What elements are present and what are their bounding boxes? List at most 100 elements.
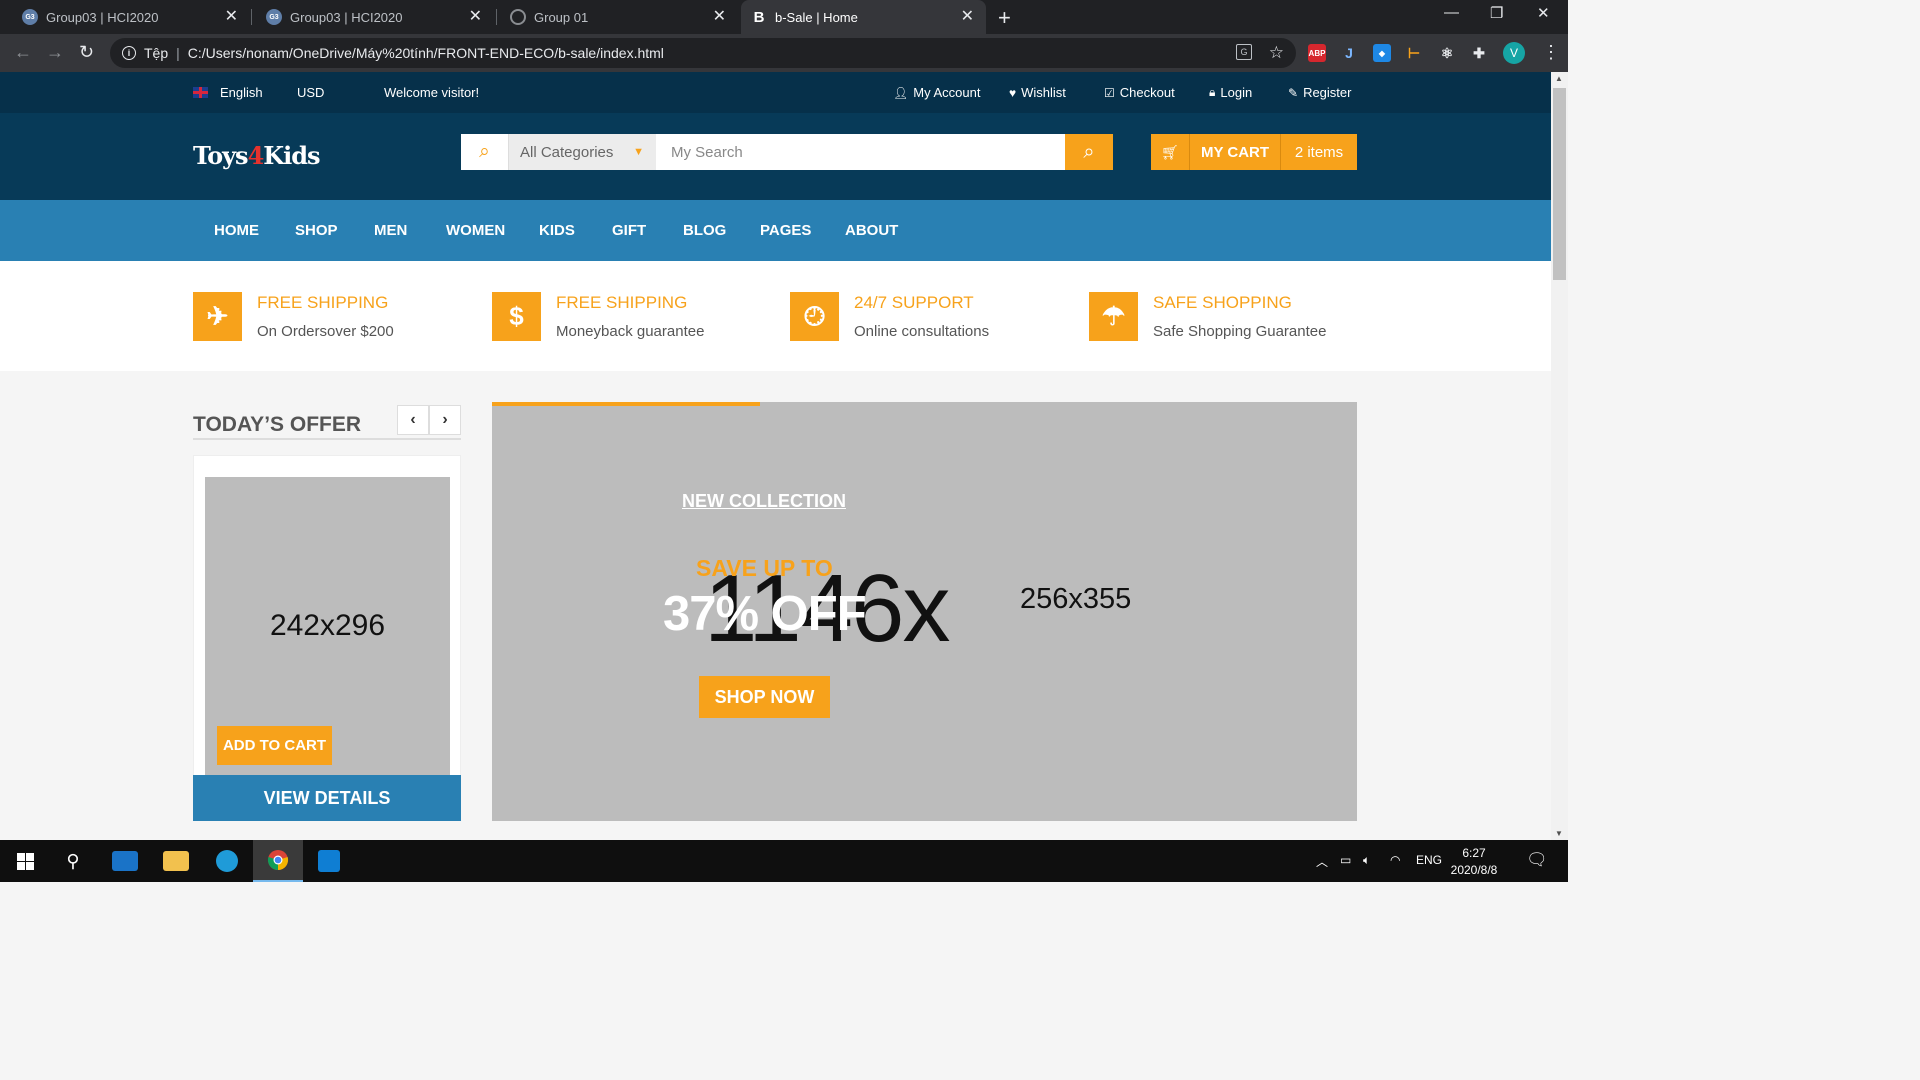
scrollbar-thumb[interactable] — [1553, 88, 1566, 280]
bookmark-star-icon[interactable]: ☆ — [1269, 43, 1284, 63]
new-tab-icon[interactable]: + — [998, 5, 1011, 31]
feature-title: FREE SHIPPING — [556, 293, 688, 312]
nav-about[interactable]: ABOUT — [845, 222, 898, 239]
info-icon[interactable]: i — [122, 46, 136, 60]
browser-tab[interactable]: Group 01 ✕ — [488, 0, 738, 34]
add-to-cart-button[interactable]: ADD TO CART — [217, 726, 332, 765]
show-hidden-icons-icon[interactable]: ︿ — [1316, 853, 1328, 870]
register-label: Register — [1303, 85, 1352, 100]
scroll-down-icon[interactable]: ▼ — [1555, 829, 1563, 838]
close-window-icon[interactable]: ✕ — [1537, 4, 1550, 22]
shop-now-button[interactable]: SHOP NOW — [699, 676, 830, 718]
back-icon[interactable]: ← — [14, 42, 32, 63]
lock-icon: 🔒︎ — [1209, 85, 1216, 99]
url-separator: | — [176, 45, 180, 61]
tool-extension-icon[interactable]: ⊢ — [1405, 44, 1423, 62]
close-tab-icon[interactable]: ✕ — [713, 9, 726, 25]
wishlist-link[interactable]: ♥ Wishlist — [1009, 85, 1066, 100]
edit-icon: ✎ — [1288, 85, 1299, 100]
nav-gift[interactable]: GIFT — [612, 222, 646, 239]
volume-icon[interactable]: 🔈︎ — [1363, 853, 1370, 868]
nav-home[interactable]: HOME — [214, 222, 259, 239]
nav-kids[interactable]: KIDS — [539, 222, 575, 239]
logo-text-kids: Kids — [263, 141, 320, 170]
nav-women[interactable]: WOMEN — [446, 222, 505, 239]
chrome-app-icon[interactable] — [253, 840, 303, 882]
view-details-button[interactable]: VIEW DETAILS — [193, 775, 461, 821]
web-page: English USD Welcome visitor! 👤︎ My Accou… — [0, 72, 1551, 840]
mail-app-icon[interactable] — [100, 840, 150, 882]
search-input[interactable] — [656, 134, 1065, 170]
profile-avatar[interactable]: V — [1503, 42, 1525, 64]
cart-label: MY CART — [1190, 134, 1281, 170]
browser-tab[interactable]: G3 Group03 | HCI2020 ✕ — [244, 0, 494, 34]
scroll-up-icon[interactable]: ▲ — [1555, 74, 1563, 83]
close-tab-icon[interactable]: ✕ — [961, 9, 974, 25]
notifications-icon[interactable]: 🗨︎ — [1526, 850, 1548, 870]
battery-icon[interactable]: ▭ — [1340, 853, 1351, 867]
feature-title: FREE SHIPPING — [257, 293, 389, 312]
umbrella-icon: ☂ — [1089, 292, 1138, 341]
new-collection-link[interactable]: NEW COLLECTION — [682, 491, 846, 512]
edge-browser-icon[interactable] — [202, 840, 252, 882]
login-link[interactable]: 🔒︎ Login — [1209, 85, 1252, 100]
cart-button[interactable]: 🛒︎ MY CART 2 items — [1151, 134, 1357, 170]
plane-icon: ✈ — [193, 292, 242, 341]
language-selector[interactable]: English — [193, 85, 263, 100]
uk-flag-icon — [193, 87, 208, 98]
menu-kebab-icon[interactable]: ⋮ — [1542, 42, 1560, 63]
adblock-extension-icon[interactable]: ABP — [1308, 44, 1326, 62]
browser-tab-active[interactable]: B b-Sale | Home ✕ — [741, 0, 986, 34]
extensions-puzzle-icon[interactable]: ✚ — [1470, 44, 1488, 62]
restore-icon[interactable]: ❐ — [1490, 4, 1503, 22]
my-account-link[interactable]: 👤︎ My Account — [893, 85, 980, 100]
search-button[interactable]: ⌕ — [1065, 134, 1113, 170]
tab-title: b-Sale | Home — [775, 9, 858, 25]
wifi-icon[interactable]: ◠ — [1390, 853, 1400, 867]
react-extension-icon[interactable]: ⚛ — [1438, 44, 1456, 62]
register-link[interactable]: ✎ Register — [1288, 85, 1351, 100]
chrome-logo-icon — [267, 850, 289, 871]
vscode-app-icon[interactable] — [304, 840, 354, 882]
discount-text: 37% OFF — [663, 587, 867, 641]
currency-selector[interactable]: USD — [297, 85, 324, 100]
address-bar[interactable]: i Tệp | C:/Users/nonam/OneDrive/Máy%20tí… — [110, 38, 1296, 68]
features-strip: ✈ FREE SHIPPING On Ordersover $200 $ FRE… — [0, 261, 1551, 371]
j-extension-icon[interactable]: J — [1340, 44, 1358, 62]
feature-item: ✈ FREE SHIPPING On Ordersover $200 — [193, 292, 394, 341]
product-image-placeholder[interactable]: 242x296 ADD TO CART — [205, 477, 450, 775]
close-tab-icon[interactable]: ✕ — [469, 9, 482, 25]
feature-item: ☂ SAFE SHOPPING Safe Shopping Guarantee — [1089, 292, 1326, 341]
system-clock[interactable]: 6:27 2020/8/8 — [1449, 845, 1499, 879]
language-label: English — [220, 85, 263, 100]
nav-blog[interactable]: BLOG — [683, 222, 726, 239]
browser-tab[interactable]: G3 Group03 | HCI2020 ✕ — [0, 0, 250, 34]
minimize-icon[interactable]: — — [1444, 4, 1459, 21]
clock-time: 6:27 — [1462, 846, 1486, 860]
clock-icon: 🕘︎ — [790, 292, 839, 341]
next-arrow-icon[interactable]: › — [429, 405, 461, 435]
feature-title: 24/7 SUPPORT — [854, 293, 974, 312]
url-text[interactable]: C:/Users/nonam/OneDrive/Máy%20tính/FRONT… — [188, 45, 664, 61]
file-explorer-icon[interactable] — [151, 840, 201, 882]
forward-icon[interactable]: → — [46, 42, 64, 63]
search-taskbar-icon[interactable]: ⚲ — [48, 840, 98, 882]
checkout-link[interactable]: ☑ Checkout — [1104, 85, 1175, 100]
nav-pages[interactable]: PAGES — [760, 222, 811, 239]
site-logo[interactable]: Toys4Kids — [193, 141, 321, 170]
category-dropdown[interactable]: All Categories ▼ — [509, 134, 656, 170]
nav-men[interactable]: MEN — [374, 222, 407, 239]
start-button[interactable] — [0, 840, 50, 882]
translate-icon[interactable]: G — [1236, 44, 1252, 60]
prev-arrow-icon[interactable]: ‹ — [397, 405, 429, 435]
input-language[interactable]: ENG — [1416, 853, 1442, 867]
clock-date: 2020/8/8 — [1450, 863, 1498, 877]
reload-icon[interactable]: ↻ — [79, 42, 94, 63]
drop-extension-icon[interactable]: ◆ — [1373, 44, 1391, 62]
nav-shop[interactable]: SHOP — [295, 222, 338, 239]
close-tab-icon[interactable]: ✕ — [225, 9, 238, 25]
cart-icon: 🛒︎ — [1151, 134, 1190, 170]
checkbox-icon: ☑ — [1104, 85, 1115, 100]
page-scrollbar[interactable]: ▲ ▼ — [1551, 72, 1568, 840]
feature-subtitle: Online consultations — [854, 323, 990, 340]
